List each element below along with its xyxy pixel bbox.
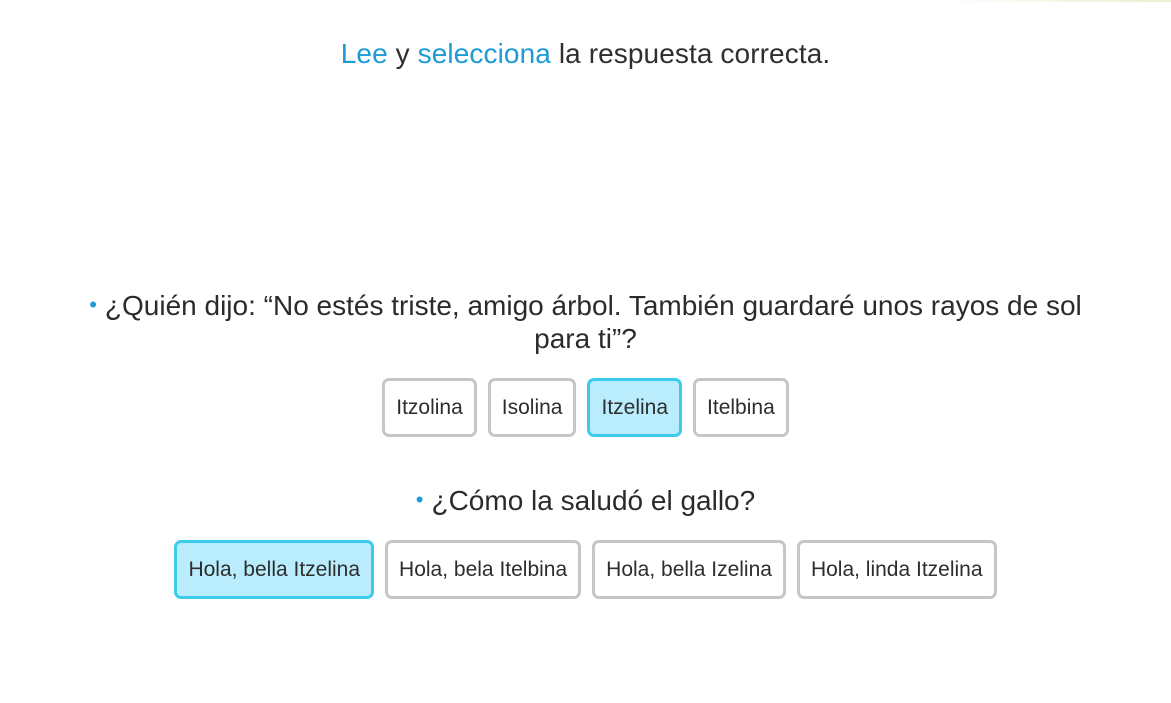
question-1: • ¿Quién dijo: “No estés triste, amigo ár… — [0, 288, 1171, 355]
question-2-options: Hola, bella Itzelina Hola, bela Itelbina… — [0, 540, 1171, 599]
option-itzelina-button[interactable]: Itzelina — [587, 378, 683, 437]
bullet-icon: • — [415, 487, 424, 512]
question-1-options: Itzolina Isolina Itzelina Itelbina — [0, 378, 1171, 437]
option-itelbina-button[interactable]: Itelbina — [693, 378, 789, 437]
instruction-rest: la respuesta correcta. — [550, 38, 831, 69]
option-hola-linda-itzelina-button[interactable]: Hola, linda Itzelina — [796, 540, 997, 599]
question-2-text: ¿Cómo la saludó el gallo? — [431, 485, 756, 516]
option-hola-bela-itelbina-button[interactable]: Hola, bela Itelbina — [385, 540, 582, 599]
instruction-keyword-select: selecciona — [417, 38, 551, 69]
bullet-icon: • — [89, 292, 97, 317]
corner-accent-line — [941, 0, 1171, 2]
option-itzolina-button[interactable]: Itzolina — [382, 378, 477, 437]
option-hola-bella-izelina-button[interactable]: Hola, bella Izelina — [592, 540, 786, 599]
question-1-text: ¿Quién dijo: “No estés triste, amigo árb… — [104, 290, 1082, 354]
instruction-keyword-read: Lee — [340, 38, 388, 69]
instruction-connector: y — [387, 38, 418, 69]
option-hola-bella-itzelina-button[interactable]: Hola, bella Itzelina — [174, 540, 375, 599]
question-2: • ¿Cómo la saludó el gallo? — [0, 483, 1171, 517]
instruction-text: Lee y selecciona la respuesta correcta. — [0, 38, 1171, 70]
option-isolina-button[interactable]: Isolina — [487, 378, 577, 437]
